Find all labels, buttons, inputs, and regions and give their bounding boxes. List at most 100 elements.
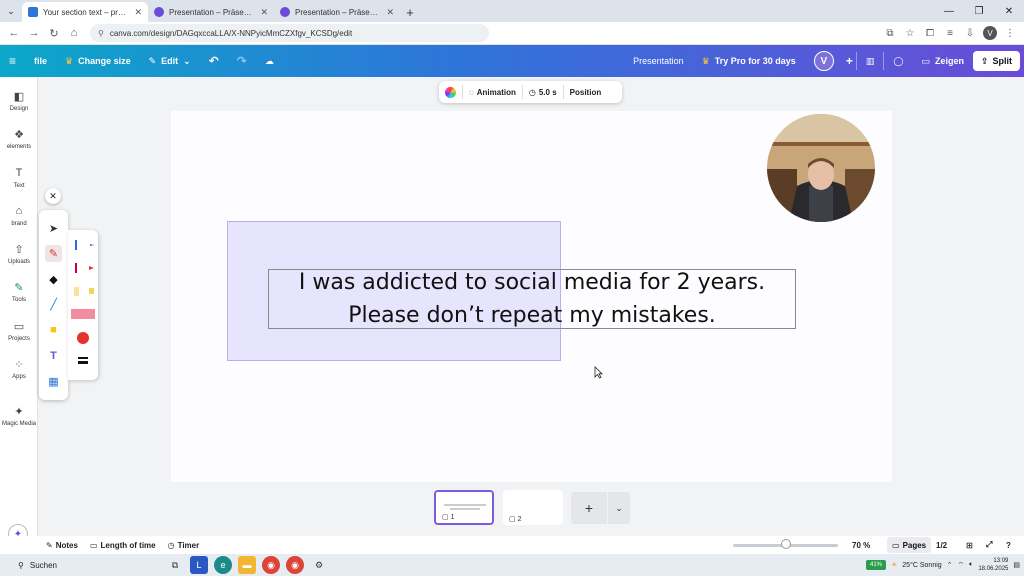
- clock[interactable]: 13:09 18.06.2025: [978, 557, 1008, 573]
- collaborator-avatar[interactable]: V: [805, 45, 843, 77]
- file-explorer-icon[interactable]: ▬: [238, 556, 256, 574]
- undo-button[interactable]: ↶: [200, 45, 228, 77]
- browser-tab-3[interactable]: Presentation – Präsentation – C ✕: [274, 2, 400, 22]
- sidebar-item-magic-media[interactable]: ✦ Magic Media: [0, 404, 38, 428]
- highlighter-icon[interactable]: [71, 284, 95, 298]
- cloud-save-button[interactable]: ☁: [256, 45, 283, 77]
- chrome-icon[interactable]: ◉: [286, 556, 304, 574]
- chrome-icon[interactable]: ◉: [262, 556, 280, 574]
- select-cursor-icon[interactable]: ➤: [45, 220, 62, 237]
- volume-icon[interactable]: 🔈︎: [969, 561, 973, 569]
- profile-avatar[interactable]: V: [980, 23, 1000, 43]
- color-button[interactable]: [439, 81, 462, 103]
- reload-icon[interactable]: ↻: [44, 23, 64, 43]
- close-draw-panel-icon[interactable]: ✕: [45, 188, 61, 204]
- webcam-bubble[interactable]: [767, 114, 875, 222]
- translate-icon[interactable]: ⧉: [880, 23, 900, 43]
- draw-tools-panel: ➤ ✎ ◆ ╱ ■ T ▦: [39, 210, 68, 400]
- sidebar-item-projects[interactable]: ▭ Projects: [0, 319, 38, 343]
- downloads-icon[interactable]: ⇩: [960, 23, 980, 43]
- tab-search-icon[interactable]: ⌄: [0, 0, 22, 22]
- site-info-icon[interactable]: ⚲: [98, 29, 104, 38]
- undo-icon: ↶: [208, 54, 219, 68]
- sticky-note-icon[interactable]: ■: [45, 321, 62, 338]
- notes-button[interactable]: ✎ Notes: [40, 536, 84, 554]
- task-view-icon[interactable]: ⧉: [166, 556, 184, 574]
- pages-button[interactable]: ▭ Pages: [887, 537, 932, 553]
- zoom-level[interactable]: 70 %: [846, 536, 876, 554]
- sidebar-item-design[interactable]: ◧ Design: [0, 89, 38, 113]
- change-size-button[interactable]: ♛ Change size: [56, 45, 140, 77]
- taskbar-search[interactable]: ⚲ Suchen: [18, 557, 163, 573]
- eraser-icon[interactable]: [71, 307, 95, 321]
- close-window-icon[interactable]: ✕: [994, 0, 1024, 22]
- file-menu-button[interactable]: file: [25, 45, 56, 77]
- bookmark-star-icon[interactable]: ☆: [900, 23, 920, 43]
- browser-tab-2[interactable]: Presentation – Präsentation – C ✕: [148, 2, 274, 22]
- page-options-button[interactable]: ⌄: [608, 492, 630, 524]
- length-of-time-button[interactable]: ▭ Length of time: [84, 536, 162, 554]
- url-input[interactable]: ⚲ canva.com/design/DAGqxccaLLA/X-NNPyicM…: [90, 24, 489, 42]
- maximize-icon[interactable]: ❐: [964, 0, 994, 22]
- try-pro-button[interactable]: ♛ Try Pro for 30 days: [693, 45, 805, 77]
- comments-button[interactable]: ◯: [884, 45, 912, 77]
- browser-menu-icon[interactable]: ⋮: [1000, 23, 1020, 43]
- animation-button[interactable]: ◌ Animation: [463, 81, 522, 103]
- timer-button[interactable]: ◷ Timer: [162, 536, 206, 554]
- chevron-up-icon[interactable]: ⌃: [947, 561, 953, 569]
- pen-icon[interactable]: ✎: [45, 245, 62, 262]
- duration-button[interactable]: ◷ 5.0 s: [523, 81, 563, 103]
- app-l-icon[interactable]: L: [190, 556, 208, 574]
- line-icon[interactable]: ╱: [45, 296, 62, 313]
- extensions-icon[interactable]: ⧠: [920, 23, 940, 43]
- present-button[interactable]: ▭ Zeigen: [912, 45, 973, 77]
- forward-icon[interactable]: →: [24, 23, 44, 43]
- add-page-button[interactable]: +: [571, 492, 607, 524]
- try-pro-label: Try Pro for 30 days: [714, 56, 796, 66]
- share-button[interactable]: ⇪ Split: [972, 51, 1020, 71]
- sidebar-item-uploads[interactable]: ⇧ Uploads: [0, 242, 38, 266]
- edit-menu-button[interactable]: ✎ Edit ⌄: [140, 45, 200, 77]
- shapes-icon[interactable]: ◆: [45, 271, 62, 288]
- edge-icon[interactable]: e: [214, 556, 232, 574]
- reading-list-icon[interactable]: ≡: [940, 23, 960, 43]
- page-thumbnail-2[interactable]: ▢ 2: [503, 490, 563, 525]
- browser-tab-1[interactable]: Your section text – presentation ✕: [22, 2, 148, 22]
- color-swatch-red-icon[interactable]: [71, 331, 95, 345]
- stroke-weight-icon[interactable]: [71, 354, 95, 368]
- weather-label[interactable]: 25°C Sonnig: [902, 562, 941, 569]
- close-tab-icon[interactable]: ✕: [260, 7, 268, 18]
- marker-red-icon[interactable]: [71, 261, 95, 275]
- home-icon[interactable]: ⌂: [64, 23, 84, 43]
- page-thumbnail-1[interactable]: ▢ 1: [434, 490, 494, 525]
- add-collaborator-button[interactable]: +: [843, 45, 856, 77]
- close-tab-icon[interactable]: ✕: [134, 7, 142, 18]
- main-menu-button[interactable]: ≡: [0, 45, 25, 77]
- minimize-icon[interactable]: —: [934, 0, 964, 22]
- redo-button[interactable]: ↷: [228, 45, 256, 77]
- close-tab-icon[interactable]: ✕: [386, 7, 394, 18]
- new-tab-button[interactable]: +: [400, 2, 420, 22]
- slide-text-box[interactable]: I was addicted to social media for 2 yea…: [268, 269, 796, 329]
- zoom-slider-thumb[interactable]: [781, 539, 791, 549]
- fullscreen-button[interactable]: ⤢: [980, 536, 998, 554]
- table-icon[interactable]: ▦: [45, 373, 62, 390]
- grid-view-button[interactable]: ⊞: [960, 536, 979, 554]
- sidebar-item-elements[interactable]: ❖ elements: [0, 127, 38, 151]
- document-title[interactable]: Presentation: [624, 45, 693, 77]
- text-tool-icon[interactable]: T: [45, 347, 62, 364]
- back-icon[interactable]: ←: [4, 23, 24, 43]
- battery-icon[interactable]: 41%: [866, 560, 886, 570]
- settings-gear-icon[interactable]: ⚙: [310, 556, 328, 574]
- sidebar-item-brand[interactable]: ⌂ brand: [0, 204, 38, 227]
- sidebar-item-tools[interactable]: ✎ Tools: [0, 280, 38, 304]
- notifications-icon[interactable]: ▤: [1013, 561, 1020, 569]
- sidebar-item-text[interactable]: T Text: [0, 166, 38, 189]
- network-icon[interactable]: ⌔: [958, 561, 965, 570]
- pen-blue-icon[interactable]: [71, 238, 95, 252]
- help-button[interactable]: ?: [1000, 536, 1017, 554]
- insights-button[interactable]: ▥: [857, 45, 884, 77]
- sidebar-item-apps[interactable]: ⁘ Apps: [0, 357, 38, 381]
- position-button[interactable]: Position: [564, 81, 608, 103]
- crown-icon: ♛: [701, 55, 710, 66]
